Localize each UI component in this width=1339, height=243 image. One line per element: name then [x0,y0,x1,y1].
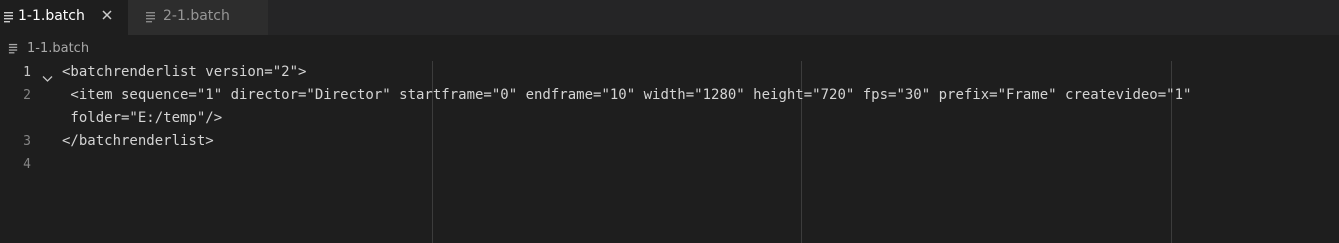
file-lines-icon [8,43,19,58]
file-lines-icon [145,11,157,27]
tab-bar: 1-1.batch 2-1.batch [0,0,1339,35]
tab-label: 2-1.batch [163,8,230,24]
code-line: <item sequence="1" director="Director" s… [62,87,1192,103]
close-icon[interactable] [99,7,115,23]
tab-label: 1-1.batch [18,8,85,24]
line-number-gutter: 1 2 3 4 [0,61,60,243]
line-number: 3 [23,134,31,149]
code-editor[interactable]: 1 2 3 4 <batchrenderlist version="2"> <i… [0,61,1339,243]
code-line-wrapped: folder="E:/temp"/> [62,110,223,126]
line-number: 4 [23,157,31,172]
tab-1-1-batch[interactable]: 1-1.batch [0,0,128,35]
code-line: <batchrenderlist version="2"> [62,64,307,80]
code-line: </batchrenderlist> [62,133,214,149]
breadcrumb: 1-1.batch [0,38,1339,60]
chevron-down-icon[interactable] [42,68,53,87]
breadcrumb-item-file[interactable]: 1-1.batch [27,41,89,56]
file-lines-icon [3,11,15,27]
tab-2-1-batch[interactable]: 2-1.batch [128,0,268,35]
line-number: 2 [23,88,31,103]
line-number: 1 [23,65,31,80]
